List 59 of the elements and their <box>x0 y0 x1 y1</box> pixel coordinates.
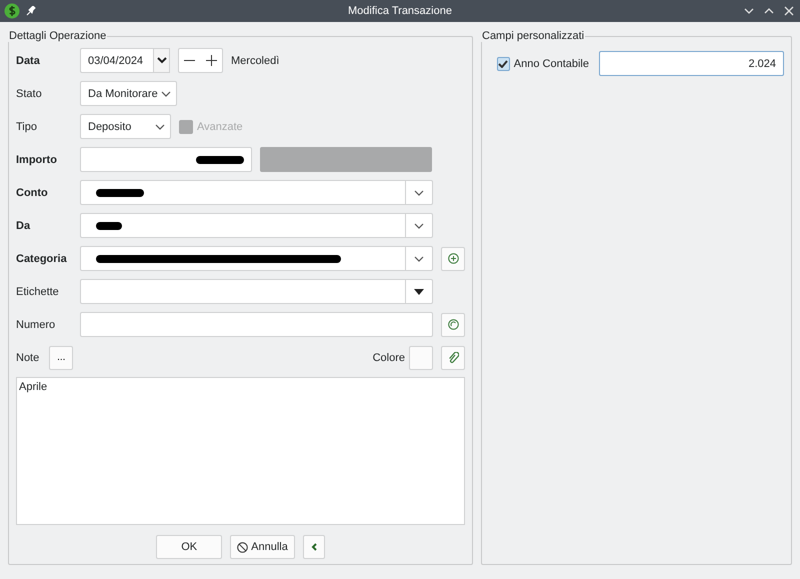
field-label: Data <box>16 54 41 66</box>
group-title: Campi personalizzati <box>481 30 586 42</box>
field-label: Da <box>16 220 32 232</box>
prohibited-icon <box>237 542 248 552</box>
field-label: Tipo <box>16 120 38 132</box>
chevron-left-icon <box>310 543 317 551</box>
weekday-label: Mercoledì <box>231 54 280 66</box>
window-title: Modifica Transazione <box>348 5 452 17</box>
pin-icon[interactable] <box>26 6 36 16</box>
refresh-button[interactable] <box>441 312 465 336</box>
input-field[interactable]: 2.024 <box>599 51 784 76</box>
notes-textarea[interactable]: Aprile <box>16 377 465 525</box>
checkbox-box[interactable] <box>497 56 510 70</box>
day-stepper[interactable] <box>178 48 223 73</box>
checkbox[interactable]: Anno Contabile <box>497 56 589 70</box>
collapse-button[interactable] <box>302 535 325 559</box>
field-label: Numero <box>16 318 56 330</box>
chevron-down-icon <box>156 57 166 64</box>
group-title: Dettagli Operazione <box>8 30 108 42</box>
redaction-mark <box>96 188 144 198</box>
dollar-coin-icon <box>4 3 20 19</box>
field-label: Etichette <box>16 286 60 298</box>
redaction-mark <box>96 220 122 230</box>
maximize-icon[interactable] <box>764 8 774 14</box>
chevron-down-icon <box>161 90 171 96</box>
tags-field[interactable] <box>80 279 433 304</box>
plus-circle-icon <box>448 253 458 264</box>
cancel-button[interactable]: Annulla <box>230 535 295 559</box>
refresh-icon <box>448 319 458 330</box>
date-field[interactable]: 03/04/2024 <box>80 48 153 73</box>
chevron-down-icon <box>155 124 165 130</box>
dropdown[interactable] <box>80 180 433 205</box>
minimize-icon[interactable] <box>744 8 754 14</box>
chevron-down-icon <box>414 256 424 262</box>
dropdown[interactable] <box>80 246 433 271</box>
dropdown[interactable]: Deposito <box>80 114 171 139</box>
attach-button[interactable] <box>441 346 465 370</box>
amount-field[interactable] <box>80 147 252 172</box>
field-label: Stato <box>16 88 43 100</box>
paperclip-icon <box>448 352 458 364</box>
number-field[interactable] <box>80 312 433 337</box>
field-label: Colore <box>372 352 405 364</box>
dropdown[interactable] <box>80 213 433 238</box>
chevron-down-icon <box>414 222 424 228</box>
color-button[interactable] <box>409 346 433 370</box>
redaction-mark <box>196 154 244 164</box>
add-button[interactable] <box>441 246 465 270</box>
plus-icon[interactable] <box>206 55 217 66</box>
triangle-down-icon <box>414 288 424 294</box>
chevron-down-icon <box>414 190 424 196</box>
close-icon[interactable] <box>784 6 794 16</box>
calendar-dropdown-button[interactable] <box>153 48 170 73</box>
ok-button[interactable]: OK <box>156 535 222 559</box>
field-label: Conto <box>16 186 49 198</box>
field-label: Note <box>16 352 40 364</box>
field-label: Importo <box>16 154 58 166</box>
dropdown[interactable]: Da Monitorare <box>80 81 177 106</box>
field-label: Categoria <box>16 252 68 264</box>
notes-button[interactable]: ... <box>49 346 74 370</box>
